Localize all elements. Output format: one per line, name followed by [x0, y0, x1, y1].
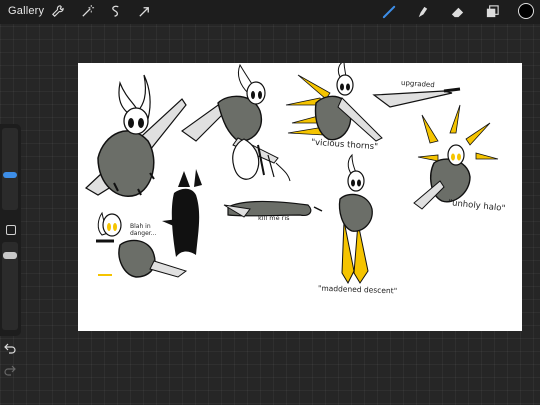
brush-icon[interactable]: [382, 4, 397, 19]
left-sidebar: [0, 124, 21, 336]
hornet-sketch-unholy-halo: [413, 104, 499, 210]
layers-icon[interactable]: [485, 4, 500, 19]
smudge-icon[interactable]: [415, 4, 430, 19]
annotation-kill-me-ris: kill me ris: [258, 214, 290, 222]
selection-icon[interactable]: [108, 4, 123, 19]
wrench-icon[interactable]: [50, 4, 65, 19]
annotation-blah-in-danger: Blah in danger...: [130, 223, 157, 237]
opacity-slider[interactable]: [2, 242, 18, 330]
undo-arrow-icon[interactable]: [4, 342, 16, 354]
hornet-sketch-head: [232, 138, 291, 182]
hornet-sketch-1: [85, 74, 187, 197]
brush-size-thumb[interactable]: [3, 172, 17, 178]
hornet-silhouette-sketch: [162, 169, 202, 257]
upgraded-blade-sketch: [372, 87, 461, 108]
hornet-sketch-maddened-descent: [338, 153, 373, 285]
eraser-icon[interactable]: [450, 4, 465, 19]
opacity-thumb[interactable]: [3, 252, 17, 259]
brush-size-slider[interactable]: [2, 128, 18, 210]
sketch-artwork: [85, 63, 499, 285]
modify-button[interactable]: [6, 225, 16, 235]
drawing-canvas[interactable]: "vicious thorns" upgraded "unholy halo" …: [78, 63, 522, 331]
transform-arrow-icon[interactable]: [137, 4, 152, 19]
redo-arrow-icon[interactable]: [4, 364, 16, 376]
hornet-sketch-vicious-thorns: [285, 63, 383, 142]
color-picker-button[interactable]: [518, 3, 534, 19]
hornet-sketch-2: [181, 63, 279, 164]
magic-wand-icon[interactable]: [80, 4, 95, 19]
gallery-button[interactable]: Gallery: [8, 5, 44, 17]
top-toolbar: Gallery: [0, 0, 540, 24]
